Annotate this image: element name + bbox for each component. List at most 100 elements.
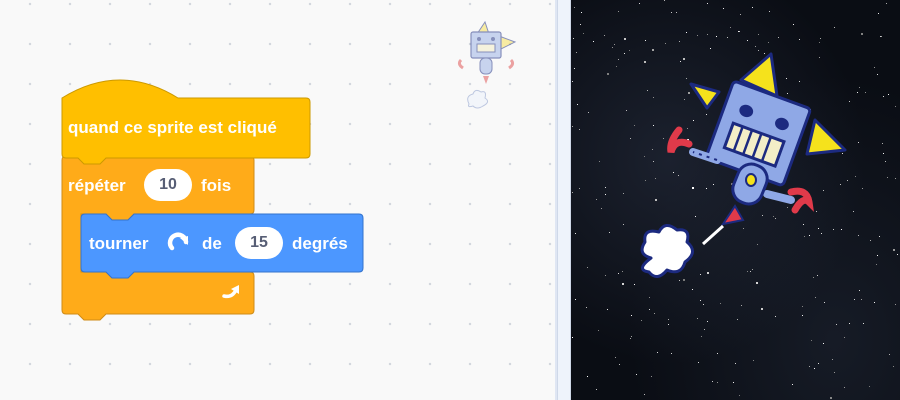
star: [618, 273, 619, 274]
star: [598, 330, 599, 331]
star: [605, 275, 606, 276]
star: [624, 53, 625, 54]
star: [811, 340, 812, 341]
star: [636, 374, 637, 375]
star: [576, 52, 577, 53]
star: [830, 397, 832, 399]
star: [605, 194, 606, 195]
star: [861, 33, 863, 35]
star: [607, 309, 608, 310]
star: [874, 302, 875, 303]
star: [820, 38, 821, 39]
star: [574, 68, 575, 69]
star: [573, 38, 574, 39]
star: [697, 35, 698, 36]
star: [596, 389, 597, 390]
star: [572, 192, 573, 193]
star: [836, 324, 837, 325]
stage-border: [557, 0, 571, 400]
star: [641, 320, 642, 321]
star: [720, 303, 721, 304]
star: [609, 232, 610, 233]
turn-degrees-input[interactable]: 15: [235, 227, 283, 259]
star: [753, 360, 754, 361]
stage[interactable]: [571, 0, 900, 400]
star: [574, 7, 575, 8]
star: [809, 366, 810, 367]
star: [575, 233, 576, 234]
star: [802, 315, 803, 316]
star: [580, 24, 581, 25]
star: [639, 3, 640, 4]
star: [727, 37, 728, 38]
star: [579, 188, 580, 189]
star: [881, 36, 882, 37]
star: [832, 359, 833, 360]
star: [737, 319, 738, 320]
star: [747, 40, 748, 41]
star: [897, 254, 898, 255]
sprite-ghost-thumbnail: [457, 20, 517, 109]
star: [657, 352, 658, 353]
repeat-suffix: fois: [201, 176, 232, 195]
star: [861, 299, 862, 300]
star: [577, 104, 578, 105]
star: [844, 387, 845, 388]
star: [692, 289, 693, 290]
star: [649, 297, 650, 298]
star: [671, 353, 672, 354]
star: [654, 313, 655, 314]
star: [604, 35, 605, 36]
star: [676, 12, 677, 13]
star: [623, 193, 624, 194]
repeat-label: répéter: [68, 176, 126, 195]
star: [733, 382, 734, 383]
code-workspace[interactable]: quand ce sprite est cliqué répéter 10 fo…: [0, 0, 555, 400]
star: [618, 11, 619, 12]
star: [814, 368, 815, 369]
star: [704, 329, 705, 330]
star: [572, 81, 573, 82]
turn-unit: degrés: [292, 234, 348, 253]
repeat-count-input[interactable]: 10: [144, 169, 192, 201]
star: [834, 27, 835, 28]
star: [740, 14, 741, 15]
star: [895, 304, 896, 305]
star: [799, 39, 800, 40]
star: [818, 363, 819, 364]
star: [607, 73, 609, 75]
star: [586, 307, 587, 308]
star: [624, 38, 626, 40]
star: [823, 343, 824, 344]
star: [717, 353, 718, 354]
star: [605, 187, 606, 188]
star: [644, 394, 645, 395]
star: [575, 299, 576, 300]
star: [599, 161, 600, 162]
star: [775, 316, 776, 317]
star: [863, 323, 864, 324]
block-script[interactable]: quand ce sprite est cliqué répéter 10 fo…: [0, 0, 420, 340]
star: [723, 8, 724, 9]
turn-label: tourner: [89, 234, 149, 253]
star: [768, 42, 769, 43]
star: [629, 50, 630, 51]
star: [615, 357, 616, 358]
star: [572, 337, 573, 338]
star: [730, 27, 731, 28]
star: [572, 126, 573, 127]
star: [703, 304, 704, 305]
star: [707, 34, 708, 35]
star: [622, 271, 623, 272]
robot-rocket-sprite[interactable]: [631, 48, 891, 288]
star: [859, 290, 860, 291]
star: [707, 3, 708, 4]
star: [752, 7, 753, 8]
star: [878, 13, 879, 14]
star: [755, 46, 756, 47]
star: [893, 366, 894, 367]
star: [679, 41, 680, 42]
star: [697, 318, 698, 319]
hat-block-label: quand ce sprite est cliqué: [68, 118, 277, 137]
star: [739, 395, 740, 396]
